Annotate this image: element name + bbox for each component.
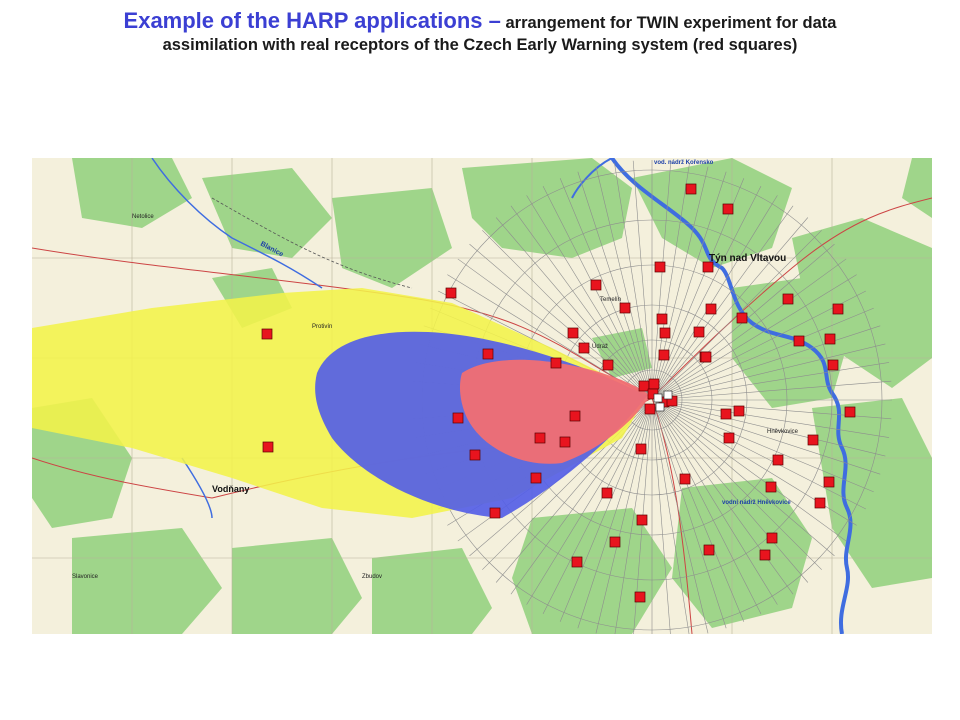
- map-canvas: Týn nad Vltavou Vodňany vod. nádrž Kořen…: [32, 158, 932, 634]
- receptor-square[interactable]: [703, 544, 715, 556]
- receptor-square[interactable]: [644, 403, 656, 415]
- title-line-1: Example of the HARP applications – arran…: [0, 8, 960, 35]
- label-zbudov: Zbudov: [362, 574, 382, 580]
- title-sub: arrangement for TWIN experiment for data: [500, 14, 837, 32]
- receptor-square[interactable]: [469, 449, 481, 461]
- receptor-square[interactable]: [638, 380, 650, 392]
- label-hnevkovice-dam: vodní nádrž Hněvkovice: [722, 500, 791, 506]
- receptor-square[interactable]: [452, 412, 464, 424]
- label-netolice: Netolice: [132, 214, 154, 220]
- receptor-square[interactable]: [489, 507, 501, 519]
- power-plant-marker: [653, 393, 663, 403]
- receptor-square[interactable]: [772, 454, 784, 466]
- receptor-square[interactable]: [654, 261, 666, 273]
- receptor-square[interactable]: [700, 351, 712, 363]
- label-udrin: Údraž: [592, 343, 608, 350]
- title-line-2: assimilation with real receptors of the …: [162, 35, 798, 54]
- receptor-square[interactable]: [824, 333, 836, 345]
- page-title: Example of the HARP applications – arran…: [0, 8, 960, 55]
- receptor-square[interactable]: [679, 473, 691, 485]
- receptor-square[interactable]: [827, 359, 839, 371]
- receptor-square[interactable]: [635, 443, 647, 455]
- receptor-square[interactable]: [733, 405, 745, 417]
- receptor-square[interactable]: [656, 313, 668, 325]
- receptor-square[interactable]: [807, 434, 819, 446]
- receptor-square[interactable]: [569, 410, 581, 422]
- receptor-square[interactable]: [765, 481, 777, 493]
- receptor-square[interactable]: [722, 203, 734, 215]
- receptor-square[interactable]: [723, 432, 735, 444]
- receptor-square[interactable]: [705, 303, 717, 315]
- label-vodnany: Vodňany: [212, 484, 249, 494]
- receptor-square[interactable]: [619, 302, 631, 314]
- receptor-square[interactable]: [782, 293, 794, 305]
- label-slavonice: Slavonice: [72, 574, 99, 580]
- receptor-square[interactable]: [720, 408, 732, 420]
- receptor-square[interactable]: [636, 514, 648, 526]
- receptor-square[interactable]: [736, 312, 748, 324]
- receptor-square[interactable]: [766, 532, 778, 544]
- receptor-square[interactable]: [571, 556, 583, 568]
- receptor-square[interactable]: [482, 348, 494, 360]
- receptor-square[interactable]: [832, 303, 844, 315]
- receptor-square[interactable]: [530, 472, 542, 484]
- receptor-square[interactable]: [793, 335, 805, 347]
- label-protivin: Protivín: [312, 324, 332, 330]
- label-hnevkovice: Hněvkovice: [767, 429, 799, 435]
- map[interactable]: Týn nad Vltavou Vodňany vod. nádrž Kořen…: [32, 158, 932, 634]
- receptor-square[interactable]: [702, 261, 714, 273]
- receptor-square[interactable]: [823, 476, 835, 488]
- label-temelin: Temelín: [600, 297, 621, 303]
- receptor-square[interactable]: [445, 287, 457, 299]
- receptor-square[interactable]: [609, 536, 621, 548]
- receptor-square[interactable]: [814, 497, 826, 509]
- receptor-square[interactable]: [693, 326, 705, 338]
- receptor-square[interactable]: [602, 359, 614, 371]
- receptor-square[interactable]: [601, 487, 613, 499]
- receptor-square[interactable]: [567, 327, 579, 339]
- title-main: Example of the HARP applications –: [123, 8, 501, 33]
- receptor-square[interactable]: [559, 436, 571, 448]
- receptor-square[interactable]: [262, 441, 274, 453]
- power-plant-marker: [663, 390, 673, 400]
- receptor-square[interactable]: [659, 327, 671, 339]
- receptor-square[interactable]: [534, 432, 546, 444]
- power-plant-marker: [655, 402, 665, 412]
- receptor-square[interactable]: [759, 549, 771, 561]
- receptor-square[interactable]: [261, 328, 273, 340]
- label-korensko: vod. nádrž Kořensko: [654, 160, 714, 166]
- receptor-square[interactable]: [658, 349, 670, 361]
- receptor-square[interactable]: [648, 378, 660, 390]
- receptor-square[interactable]: [590, 279, 602, 291]
- receptor-square[interactable]: [578, 342, 590, 354]
- label-tyn: Týn nad Vltavou: [709, 253, 786, 264]
- receptor-square[interactable]: [550, 357, 562, 369]
- receptor-square[interactable]: [685, 183, 697, 195]
- receptor-square[interactable]: [844, 406, 856, 418]
- receptor-square[interactable]: [634, 591, 646, 603]
